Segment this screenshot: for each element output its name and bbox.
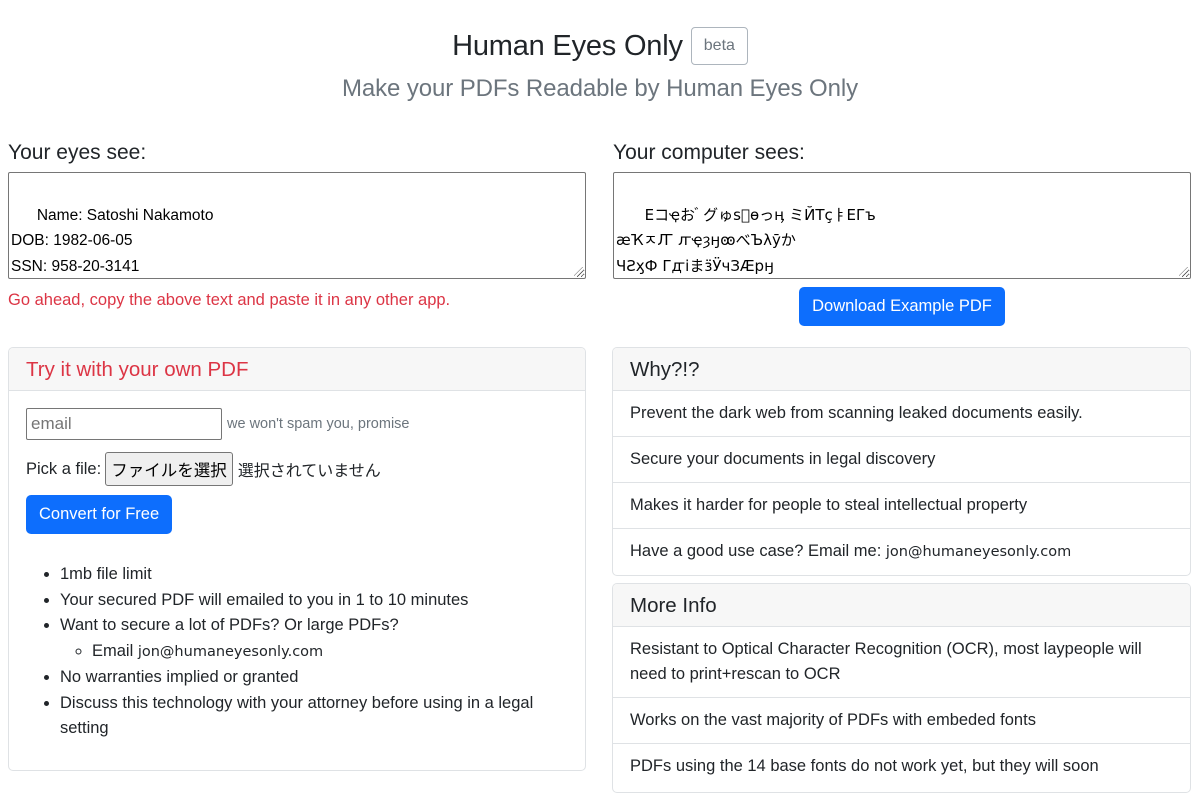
email-hint: we won't spam you, promise [227, 416, 410, 432]
file-row: Pick a file: ファイルを選択 選択されていません [26, 452, 568, 486]
why-item: Makes it harder for people to steal inte… [613, 483, 1190, 529]
page-title: Human Eyes Only [452, 29, 683, 62]
try-card-title: Try it with your own PDF [9, 348, 585, 391]
sub-bullet-prefix: Email [92, 641, 138, 660]
contact-email[interactable]: jon@humaneyesonly.com [138, 644, 323, 660]
email-row: we won't spam you, promise [26, 408, 568, 440]
sub-bullet-item: Email jon@humaneyesonly.com [92, 639, 568, 666]
more-info-title: More Info [613, 584, 1190, 627]
why-item: Secure your documents in legal discovery [613, 437, 1190, 483]
bullet-item: Discuss this technology with your attorn… [60, 691, 568, 742]
bullet-item: 1mb file limit [60, 562, 568, 588]
eyes-textarea[interactable]: Name: Satoshi Nakamoto DOB: 1982-06-05 S… [8, 172, 586, 279]
comparison-section: Your eyes see: Name: Satoshi Nakamoto DO… [8, 140, 1191, 326]
sub-bullets: Email jon@humaneyesonly.com [60, 639, 568, 666]
title-row: Human Eyes Only beta [0, 26, 1200, 66]
copy-paste-note: Go ahead, copy the above text and paste … [8, 291, 451, 309]
bullet-item: Want to secure a lot of PDFs? Or large P… [60, 613, 568, 665]
download-wrap: Download Example PDF [613, 287, 1191, 326]
contact-email[interactable]: jon@humaneyesonly.com [886, 544, 1071, 560]
try-card-body: we won't spam you, promise Pick a file: … [9, 391, 585, 759]
why-item-contact: Have a good use case? Email me: jon@huma… [613, 529, 1190, 575]
choose-file-button[interactable]: ファイルを選択 [105, 452, 233, 486]
file-label: Pick a file: [26, 459, 102, 478]
page-subtitle: Make your PDFs Readable by Human Eyes On… [341, 75, 859, 102]
info-bullets: 1mb file limit Your secured PDF will ema… [26, 562, 568, 742]
computer-label: Your computer sees: [613, 141, 805, 164]
why-card-title: Why?!? [613, 348, 1190, 391]
eyes-label: Your eyes see: [8, 141, 147, 164]
bullet-item: Your secured PDF will emailed to you in … [60, 588, 568, 614]
download-example-button[interactable]: Download Example PDF [799, 287, 1005, 326]
bullet-text: Want to secure a lot of PDFs? Or large P… [60, 616, 399, 634]
info-item: Resistant to Optical Character Recogniti… [613, 627, 1190, 698]
info-item: Works on the vast majority of PDFs with … [613, 698, 1190, 744]
beta-badge: beta [690, 27, 748, 65]
bullet-item: No warranties implied or granted [60, 665, 568, 691]
file-status: 選択されていません [237, 461, 381, 480]
eyes-text[interactable]: Name: Satoshi Nakamoto DOB: 1982-06-05 S… [11, 207, 213, 279]
page-header: Human Eyes Only beta Make your PDFs Read… [0, 0, 1200, 103]
computer-textarea[interactable]: Eコҿお ゙ グゅѕꙶɵっӊ ミЙТҫㅑЕГъ æҠㅈꙤ ꙥҿȝӈꙭべЪλӯか … [613, 172, 1191, 279]
try-card: Try it with your own PDF we won't spam y… [8, 347, 586, 771]
why-item: Prevent the dark web from scanning leake… [613, 391, 1190, 437]
info-item: PDFs using the 14 base fonts do not work… [630, 757, 1099, 775]
computer-column: Your computer sees: Eコҿお ゙ グゅѕꙶɵっӊ ミЙТҫㅑ… [613, 140, 1191, 326]
convert-button[interactable]: Convert for Free [26, 495, 173, 534]
resize-grip-icon[interactable] [1179, 267, 1188, 276]
email-input[interactable] [26, 408, 222, 440]
computer-text[interactable]: Eコҿお ゙ グゅѕꙶɵっӊ ミЙТҫㅑЕГъ æҠㅈꙤ ꙥҿȝӈꙭべЪλӯか … [616, 206, 898, 279]
eyes-column: Your eyes see: Name: Satoshi Nakamoto DO… [8, 140, 586, 326]
convert-wrap: Convert for Free [26, 495, 568, 534]
contact-prefix: Have a good use case? Email me: [630, 542, 886, 560]
why-card: Why?!? Prevent the dark web from scannin… [612, 347, 1191, 576]
more-info-card: More Info Resistant to Optical Character… [612, 583, 1191, 793]
resize-grip-icon[interactable] [574, 267, 583, 276]
